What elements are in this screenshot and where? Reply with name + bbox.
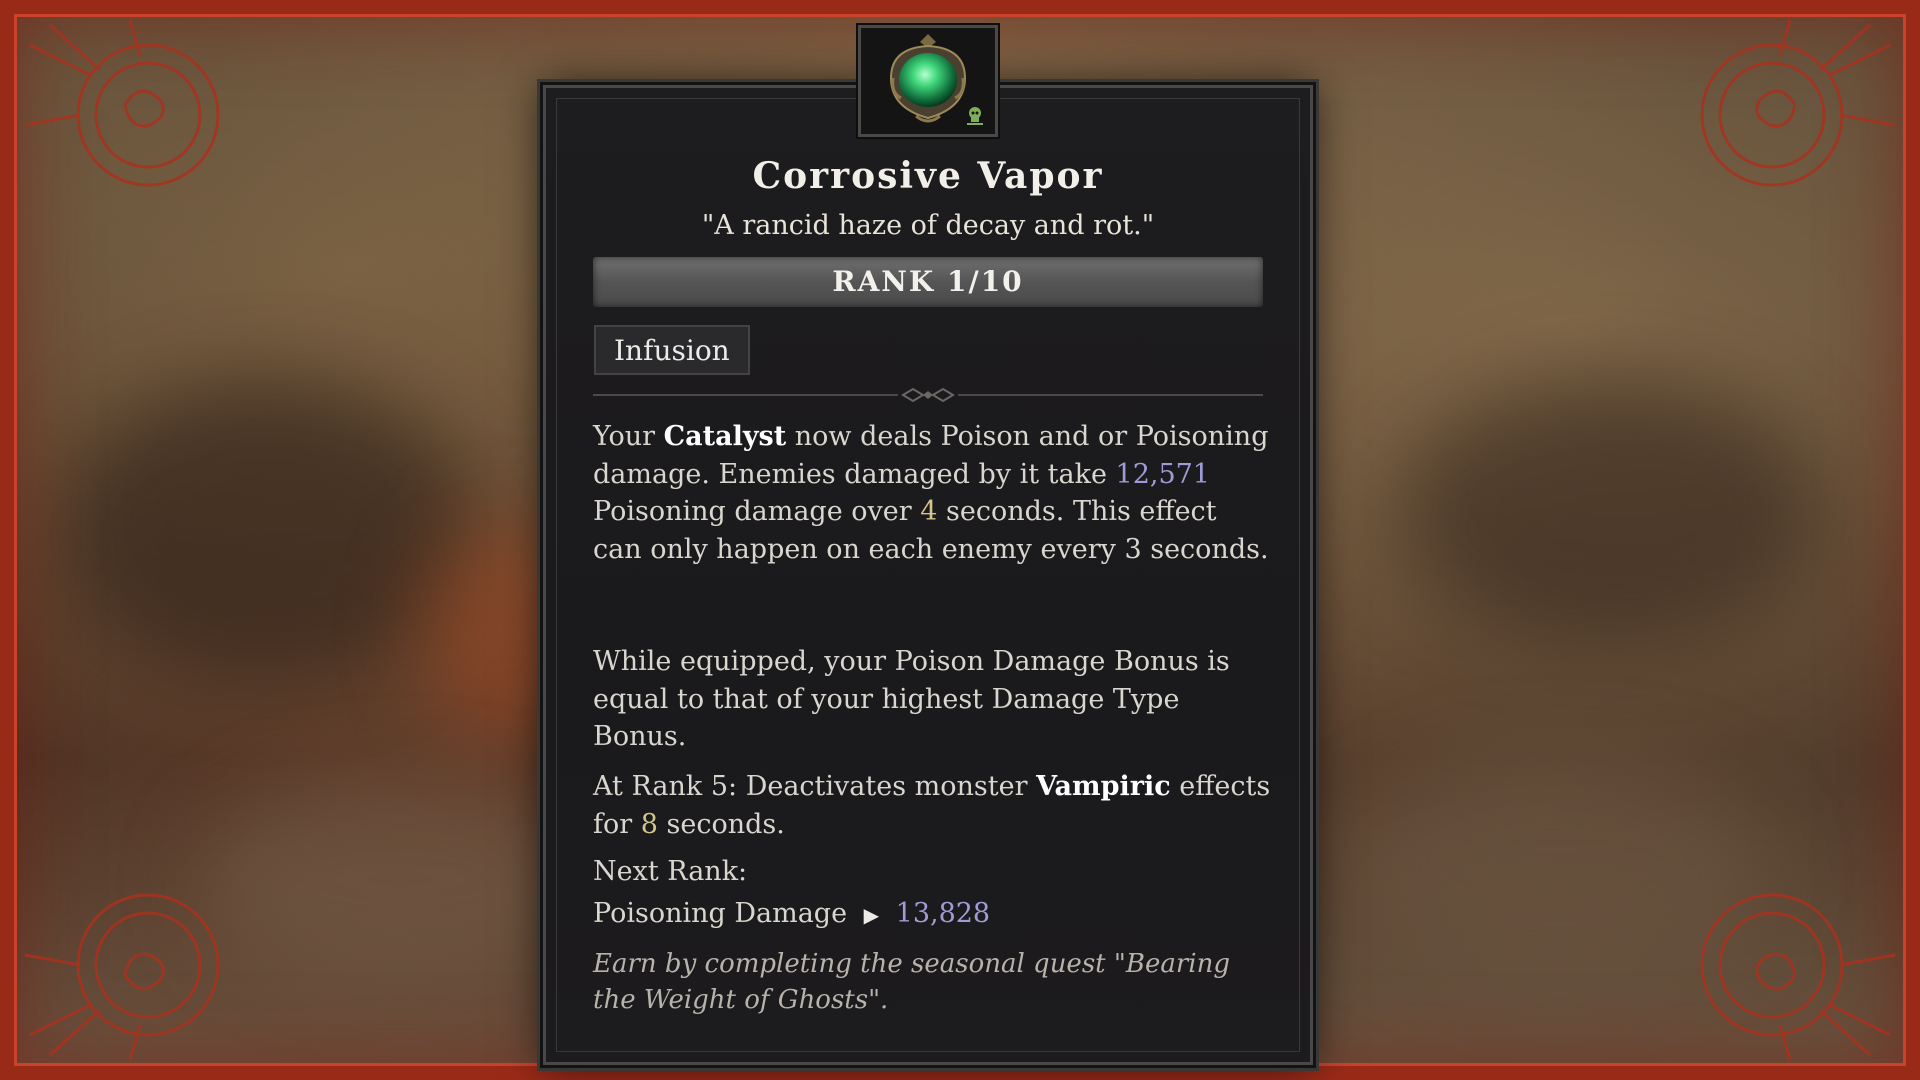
aspect-icon-frame [858,25,998,137]
game-screen: Corrosive Vapor "A rancid haze of decay … [0,0,1920,1080]
infusion-tag: Infusion [594,325,750,375]
description-text: seconds. [1141,533,1269,565]
background-blur [60,380,480,680]
next-rank-stat: Poisoning Damage [593,898,848,929]
rank5-text: seconds. [657,808,785,840]
duration-value: 4 [920,496,938,527]
corner-ornament-icon [1700,19,1896,187]
ornate-divider [593,387,1263,403]
corner-ornament-icon [24,19,220,187]
flavor-text: "A rancid haze of decay and rot." [701,210,1155,241]
poison-skull-icon [967,107,983,125]
damage-value: 12,571 [1115,458,1210,490]
quest-source-text: Earn by completing the seasonal quest "B… [593,949,1230,1015]
rank-label: RANK 1/10 [832,265,1024,298]
background-blur [200,780,600,980]
background-blur [1400,380,1820,640]
vampiric-keyword: Vampiric [1036,771,1171,802]
description-paragraph: Your Catalyst now deals Poison and or Po… [593,418,1273,568]
background-blur [1350,760,1770,980]
cooldown-value: 3 [1124,533,1142,565]
rank5-text: At Rank 5: Deactivates monster [593,771,1037,802]
rank5-seconds-value: 8 [640,808,658,840]
next-rank-value: 13,828 [895,898,991,929]
equipped-bonus-paragraph: While equipped, your Poison Damage Bonus… [593,646,1230,752]
rank5-paragraph: At Rank 5: Deactivates monster Vampiric … [593,768,1273,843]
aspect-title: Corrosive Vapor [752,155,1104,197]
description-text: Poisoning damage over [593,496,921,527]
arrow-right-icon: ▶ [863,903,880,927]
catalyst-keyword: Catalyst [663,421,787,452]
next-rank-row: Poisoning Damage ▶ 13,828 [593,898,990,929]
description-text: Your [593,421,664,452]
next-rank-label: Next Rank: [593,856,748,887]
